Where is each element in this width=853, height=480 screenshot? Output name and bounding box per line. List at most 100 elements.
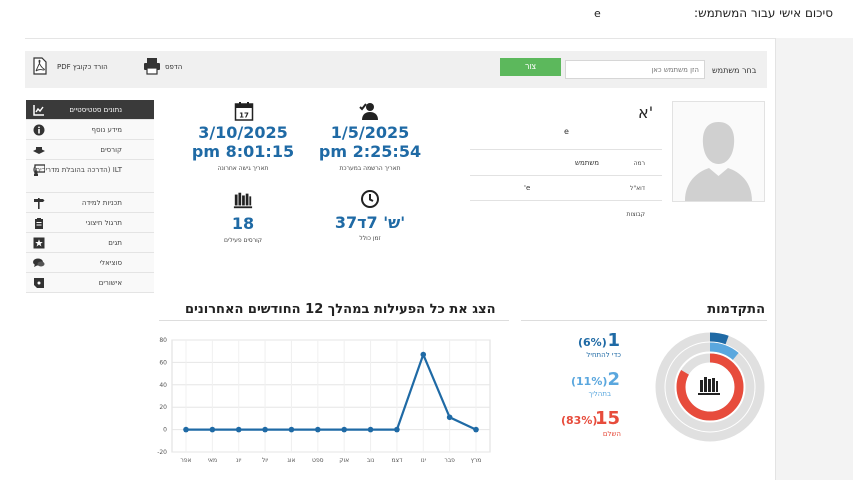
- y-tick-label: 80: [159, 337, 167, 344]
- y-tick-label: 0: [163, 427, 167, 434]
- sidebar-item-external-training[interactable]: תרגול חיצוני: [26, 213, 154, 233]
- total-time-label: זמן כולל: [359, 235, 381, 242]
- activity-line-chart: -20 0 20 40 60 80 אפר מאי יונ יול אוג ספט אוק נוב דצמ י…: [157, 337, 491, 464]
- last-access-date: 3/10/2025: [198, 123, 288, 142]
- not-started-label: כדי להתחיל: [586, 351, 621, 359]
- active-courses-count: 18: [231, 214, 255, 233]
- in-progress-label: בתהליך: [588, 390, 611, 398]
- avatar: [672, 101, 765, 202]
- last-access-time: pm 8:01:15: [191, 142, 295, 161]
- registration-time: pm 2:25:54: [318, 142, 422, 161]
- learning-path-icon: [34, 198, 45, 209]
- avatar-placeholder-icon: [685, 122, 752, 201]
- not-started-pct: (6%): [578, 336, 607, 349]
- sidebar-item-certificates[interactable]: אישורים: [26, 273, 154, 293]
- calendar-icon: 17: [234, 102, 254, 121]
- right-panel: [775, 38, 853, 480]
- data-point[interactable]: [341, 426, 347, 433]
- x-tick-label: נוב: [367, 457, 375, 464]
- data-point[interactable]: [446, 414, 453, 421]
- x-tick-label: מאי: [208, 457, 217, 464]
- header-username: e: [594, 7, 601, 20]
- sidebar-item-label: תגים: [108, 239, 122, 247]
- books-icon: [698, 377, 720, 395]
- last-access-label: תאריך גישה אחרונה: [217, 165, 269, 172]
- clock-icon: [361, 190, 379, 208]
- y-tick-label: 20: [159, 404, 167, 411]
- sidebar: נתונים סטטיסטיים מידע נוסף קורסים ILT (ה…: [26, 100, 154, 293]
- data-point[interactable]: [367, 426, 374, 433]
- x-tick-label: יונ: [236, 457, 241, 464]
- y-tick-label: 60: [159, 359, 167, 366]
- y-tick-label: -20: [157, 449, 167, 456]
- progress-donut: [655, 332, 765, 442]
- data-point[interactable]: [473, 426, 479, 433]
- sidebar-item-label: אישורים: [98, 279, 122, 287]
- x-tick-label: פבר: [444, 457, 455, 464]
- print-label[interactable]: הדפס: [165, 63, 182, 71]
- data-point[interactable]: [394, 426, 400, 433]
- sidebar-item-label: תרגול חיצוני: [85, 219, 122, 227]
- profile-divider: [470, 149, 662, 150]
- data-point[interactable]: [262, 426, 268, 433]
- completed-label: השלם: [602, 430, 621, 438]
- x-tick-label: מרץ: [471, 457, 482, 464]
- x-tick-label: אוג: [287, 457, 295, 464]
- x-tick-label: דצמ: [391, 457, 403, 464]
- y-tick-label: 40: [159, 382, 167, 389]
- data-point[interactable]: [183, 426, 189, 433]
- sidebar-item-label: נתונים סטטיסטיים: [69, 106, 122, 114]
- sidebar-item-learning-plans[interactable]: תכניות למידה: [26, 193, 154, 213]
- x-tick-label: אפר: [180, 457, 191, 464]
- role-key: רמה: [633, 160, 645, 167]
- data-point[interactable]: [235, 426, 242, 433]
- profile-divider: [470, 200, 662, 201]
- data-point[interactable]: [209, 426, 216, 433]
- registration-date: 1/5/2025: [330, 123, 410, 142]
- sidebar-item-label: ILT (הדרכה בהובלת מדריכים): [32, 166, 122, 174]
- sidebar-item-label: סוציאלי: [99, 259, 122, 267]
- activity-title: הצג את כל הפעילות במהלך 12 החודשים האחרו…: [185, 302, 496, 317]
- data-point[interactable]: [288, 426, 295, 433]
- sidebar-item-courses[interactable]: קורסים: [26, 140, 154, 160]
- email-value: e': [524, 184, 531, 192]
- groups-key: קבוצות: [626, 211, 646, 218]
- completed-number: 15: [594, 408, 620, 429]
- role-value: משתמש: [575, 159, 600, 167]
- header-divider: [25, 38, 775, 39]
- in-progress-number: 2: [607, 369, 620, 390]
- svg-text:17: 17: [239, 112, 249, 120]
- activity-divider: [159, 320, 509, 321]
- print-icon[interactable]: [143, 57, 161, 75]
- chart-icon: [33, 105, 44, 116]
- user-check-icon: [359, 103, 378, 120]
- x-tick-label: ספט: [312, 457, 324, 464]
- x-tick-label: ינו: [421, 457, 426, 464]
- not-started-number: 1: [607, 330, 620, 351]
- email-key: דוא"ל: [629, 185, 645, 192]
- sidebar-item-info[interactable]: מידע נוסף: [26, 120, 154, 140]
- in-progress-pct: (11%): [571, 375, 608, 388]
- view-button[interactable]: צור: [500, 58, 561, 76]
- progress-divider: [521, 320, 767, 321]
- certificate-icon: [34, 278, 44, 288]
- sidebar-item-statistics[interactable]: נתונים סטטיסטיים: [26, 100, 154, 120]
- data-point[interactable]: [315, 426, 321, 433]
- sidebar-item-label: קורסים: [100, 146, 122, 154]
- total-time: 37ש' 7ד': [334, 213, 406, 232]
- download-pdf-label[interactable]: הורד כקובץ PDF: [57, 63, 108, 71]
- info-icon: [33, 124, 45, 136]
- x-tick-label: יול: [262, 457, 268, 464]
- user-search-input[interactable]: [565, 60, 705, 79]
- series-line: [186, 351, 477, 431]
- sidebar-item-label: מידע נוסף: [91, 126, 122, 134]
- sidebar-item-label: תכניות למידה: [81, 199, 122, 207]
- registration-label: תאריך הרשמה במערכת: [339, 165, 401, 172]
- profile-divider: [470, 175, 662, 176]
- pdf-icon[interactable]: [33, 57, 47, 75]
- x-tick-label: אוק: [339, 457, 349, 464]
- sidebar-item-social[interactable]: סוציאלי: [26, 253, 154, 273]
- data-point[interactable]: [420, 351, 427, 358]
- sidebar-item-ilt[interactable]: ILT (הדרכה בהובלת מדריכים): [26, 160, 154, 193]
- sidebar-item-badges[interactable]: תגים: [26, 233, 154, 253]
